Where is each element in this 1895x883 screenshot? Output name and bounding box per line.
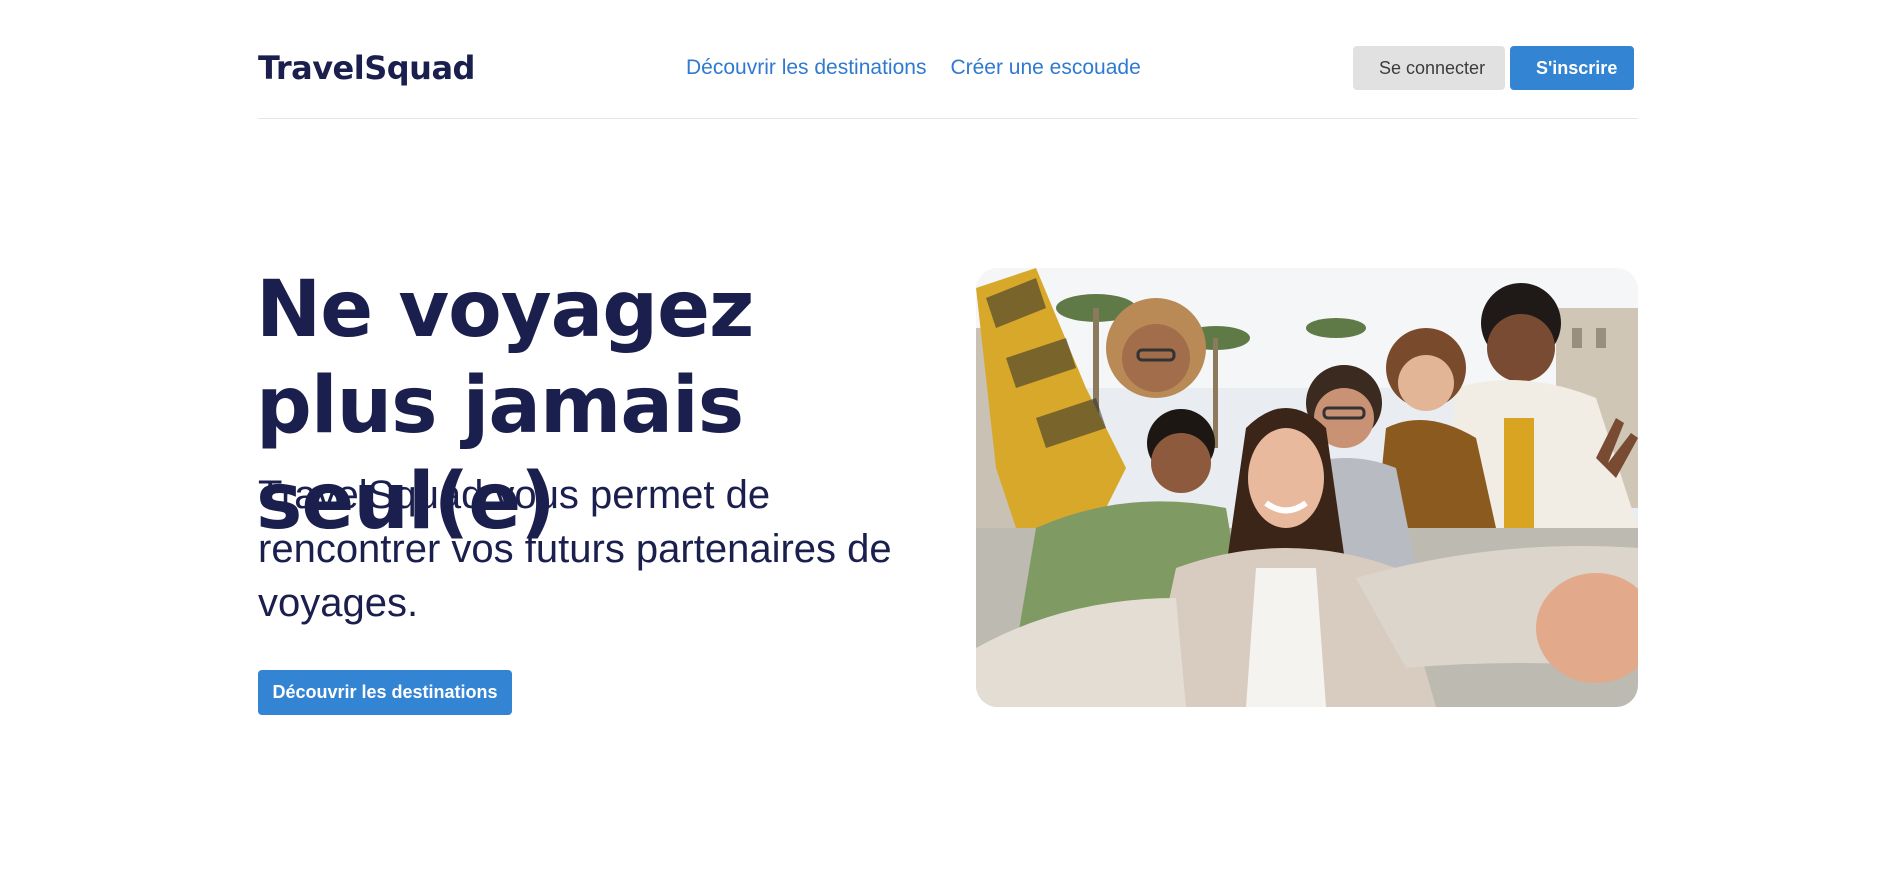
hero-subtitle: TravelSquad vous permet de rencontrer vo… [258, 473, 892, 625]
discover-destinations-button[interactable]: Découvrir les destinations [258, 670, 512, 715]
main-nav: Découvrir les destinations Créer une esc… [686, 56, 1141, 80]
login-button[interactable]: Se connecter [1353, 46, 1505, 90]
page-container: TravelSquad Découvrir les destinations C… [256, 0, 1638, 883]
brand-logo[interactable]: TravelSquad [258, 48, 475, 88]
nav-link-destinations[interactable]: Découvrir les destinations [686, 56, 926, 80]
site-header: TravelSquad Découvrir les destinations C… [258, 0, 1638, 119]
auth-buttons: Se connecter S'inscrire [1353, 46, 1634, 90]
hero-group-photo [976, 268, 1638, 707]
nav-link-create-squad[interactable]: Créer une escouade [950, 56, 1140, 80]
signup-button[interactable]: S'inscrire [1510, 46, 1634, 90]
